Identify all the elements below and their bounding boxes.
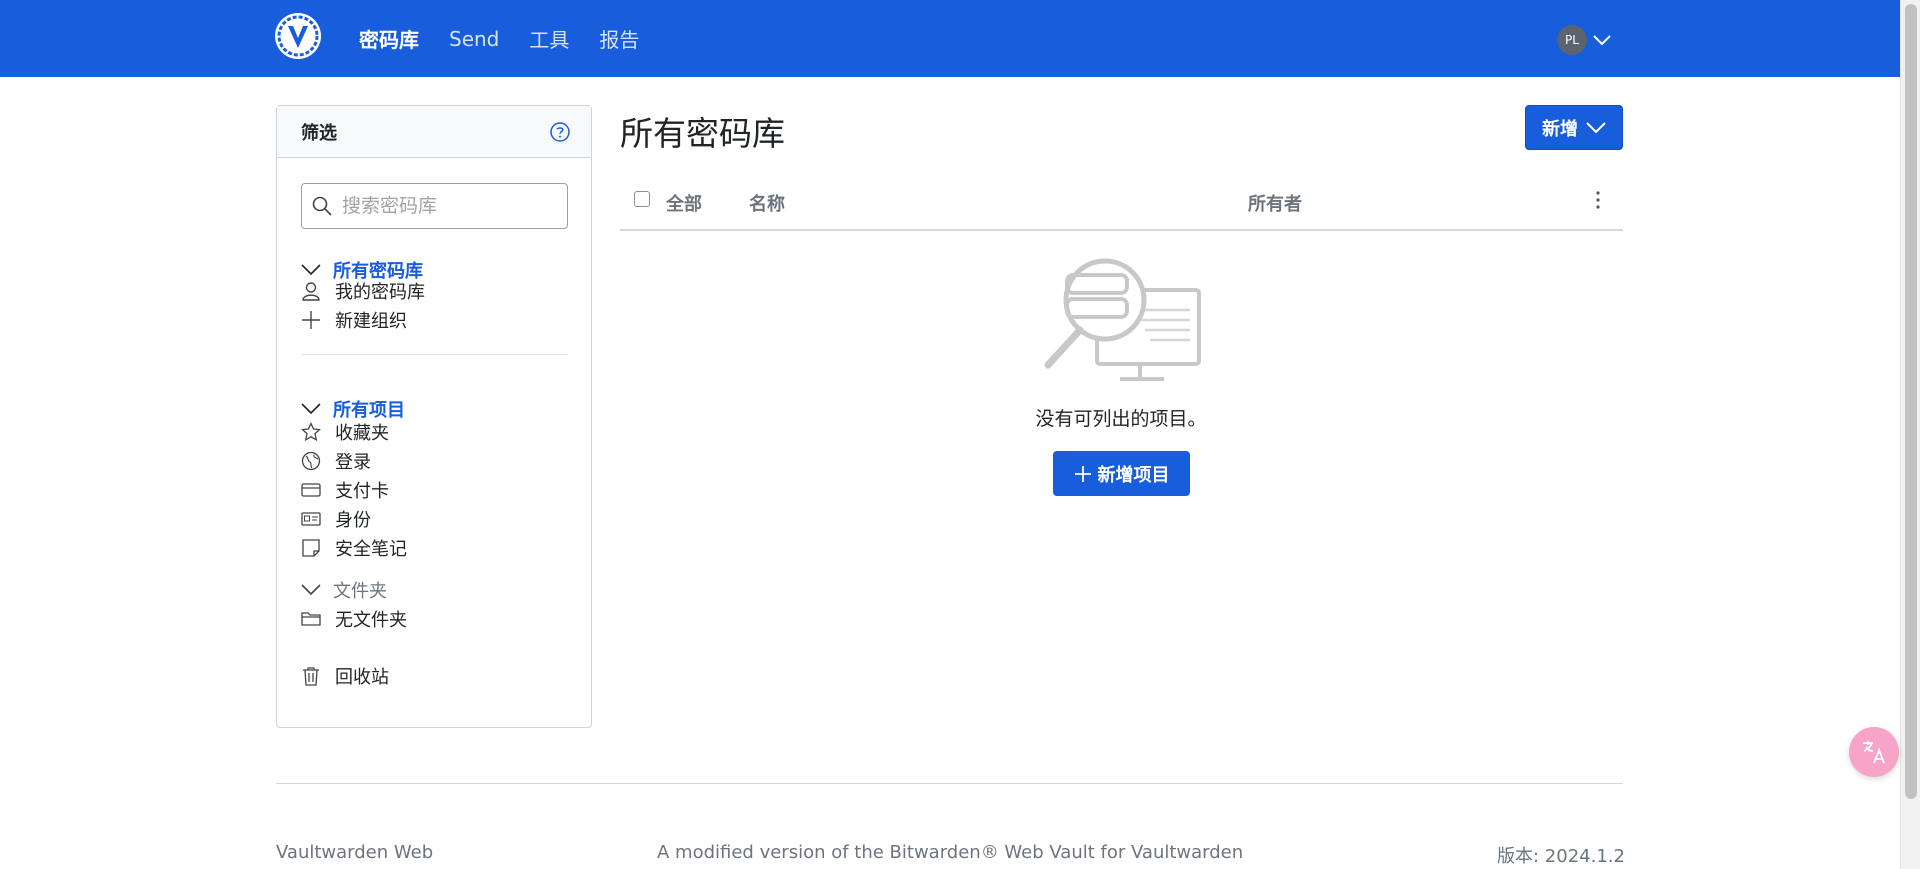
chevron-down-icon[interactable] (301, 584, 321, 596)
filter-divider (301, 354, 568, 355)
tree-my-vault-label[interactable]: 我的密码库 (335, 278, 425, 304)
top-navbar: 密码库 Send 工具 报告 PL (0, 0, 1900, 77)
tree-card-label[interactable]: 支付卡 (335, 477, 389, 503)
tree-secure-note[interactable]: 安全笔记 (301, 535, 407, 561)
id-card-icon (301, 509, 321, 529)
no-results-illustration-icon (1044, 258, 1201, 381)
footer-divider (276, 783, 1623, 784)
add-item-button-label[interactable]: 新增项目 (1098, 461, 1170, 487)
tree-new-organization-label[interactable]: 新建组织 (335, 307, 407, 333)
globe-icon (301, 451, 321, 471)
search-box[interactable] (301, 183, 568, 229)
translate-floating-button[interactable] (1849, 727, 1899, 777)
help-icon[interactable] (549, 121, 571, 143)
tree-folders-label[interactable]: 文件夹 (333, 577, 387, 603)
add-item-button[interactable]: 新增项目 (1053, 451, 1190, 496)
tree-my-vault[interactable]: 我的密码库 (301, 278, 425, 304)
avatar[interactable]: PL (1557, 25, 1587, 55)
tree-identity-label[interactable]: 身份 (335, 506, 371, 532)
credit-card-icon (301, 480, 321, 500)
search-input[interactable] (342, 195, 552, 217)
tree-favorites[interactable]: 收藏夹 (301, 419, 389, 445)
nav-send[interactable]: Send (449, 27, 499, 51)
vaultwarden-logo-icon[interactable] (275, 13, 321, 59)
tree-favorites-label[interactable]: 收藏夹 (335, 419, 389, 445)
user-icon (301, 281, 321, 301)
tree-login[interactable]: 登录 (301, 448, 371, 474)
note-icon (301, 538, 321, 558)
nav-tools[interactable]: 工具 (529, 24, 569, 53)
filter-panel: 筛选 所有密码库 我的密码库 (276, 105, 592, 728)
account-menu[interactable]: PL (1557, 25, 1611, 55)
chevron-down-icon[interactable] (301, 403, 321, 415)
plus-icon (1074, 465, 1091, 482)
new-button[interactable]: 新增 (1525, 105, 1623, 150)
nav-vaults[interactable]: 密码库 (359, 24, 419, 53)
translate-icon (1863, 741, 1885, 764)
tree-folders[interactable]: 文件夹 (301, 577, 387, 603)
scrollbar-thumb[interactable] (1905, 4, 1917, 799)
tree-trash-label[interactable]: 回收站 (335, 663, 389, 689)
page-scrollbar[interactable] (1900, 0, 1920, 869)
tree-secure-note-label[interactable]: 安全笔记 (335, 535, 407, 561)
filter-title: 筛选 (301, 122, 337, 144)
column-header-name[interactable]: 名称 (749, 190, 785, 216)
chevron-down-icon (1586, 121, 1606, 133)
filter-header: 筛选 (277, 106, 591, 158)
tree-new-organization[interactable]: 新建组织 (301, 307, 407, 333)
vault-table-header: 全部 名称 所有者 (620, 180, 1623, 231)
folder-icon (301, 609, 321, 629)
tree-no-folder-label[interactable]: 无文件夹 (335, 606, 407, 632)
chevron-down-icon (1593, 35, 1611, 46)
page-title: 所有密码库 (620, 114, 785, 153)
tree-login-label[interactable]: 登录 (335, 448, 371, 474)
footer-version: 版本: 2024.1.2 (1497, 846, 1625, 867)
nav-reports[interactable]: 报告 (599, 24, 639, 53)
empty-state-text: 没有可列出的项目。 (1035, 408, 1207, 430)
tree-no-folder[interactable]: 无文件夹 (301, 606, 407, 632)
tree-identity[interactable]: 身份 (301, 506, 371, 532)
tree-card[interactable]: 支付卡 (301, 477, 389, 503)
footer-app-name: Vaultwarden Web (276, 842, 434, 863)
more-options-icon[interactable] (1588, 188, 1608, 212)
trash-icon (301, 666, 321, 686)
new-button-label[interactable]: 新增 (1542, 115, 1578, 141)
column-header-owner[interactable]: 所有者 (1248, 190, 1302, 216)
nav-links: 密码库 Send 工具 报告 (359, 0, 669, 77)
chevron-down-icon[interactable] (301, 264, 321, 276)
star-icon (301, 422, 321, 442)
select-all-checkbox[interactable] (634, 191, 650, 207)
plus-icon (301, 310, 321, 330)
footer-description: A modified version of the Bitwarden® Web… (657, 842, 1244, 863)
tree-trash[interactable]: 回收站 (301, 663, 389, 689)
search-icon (312, 196, 332, 216)
column-header-all[interactable]: 全部 (666, 190, 702, 216)
